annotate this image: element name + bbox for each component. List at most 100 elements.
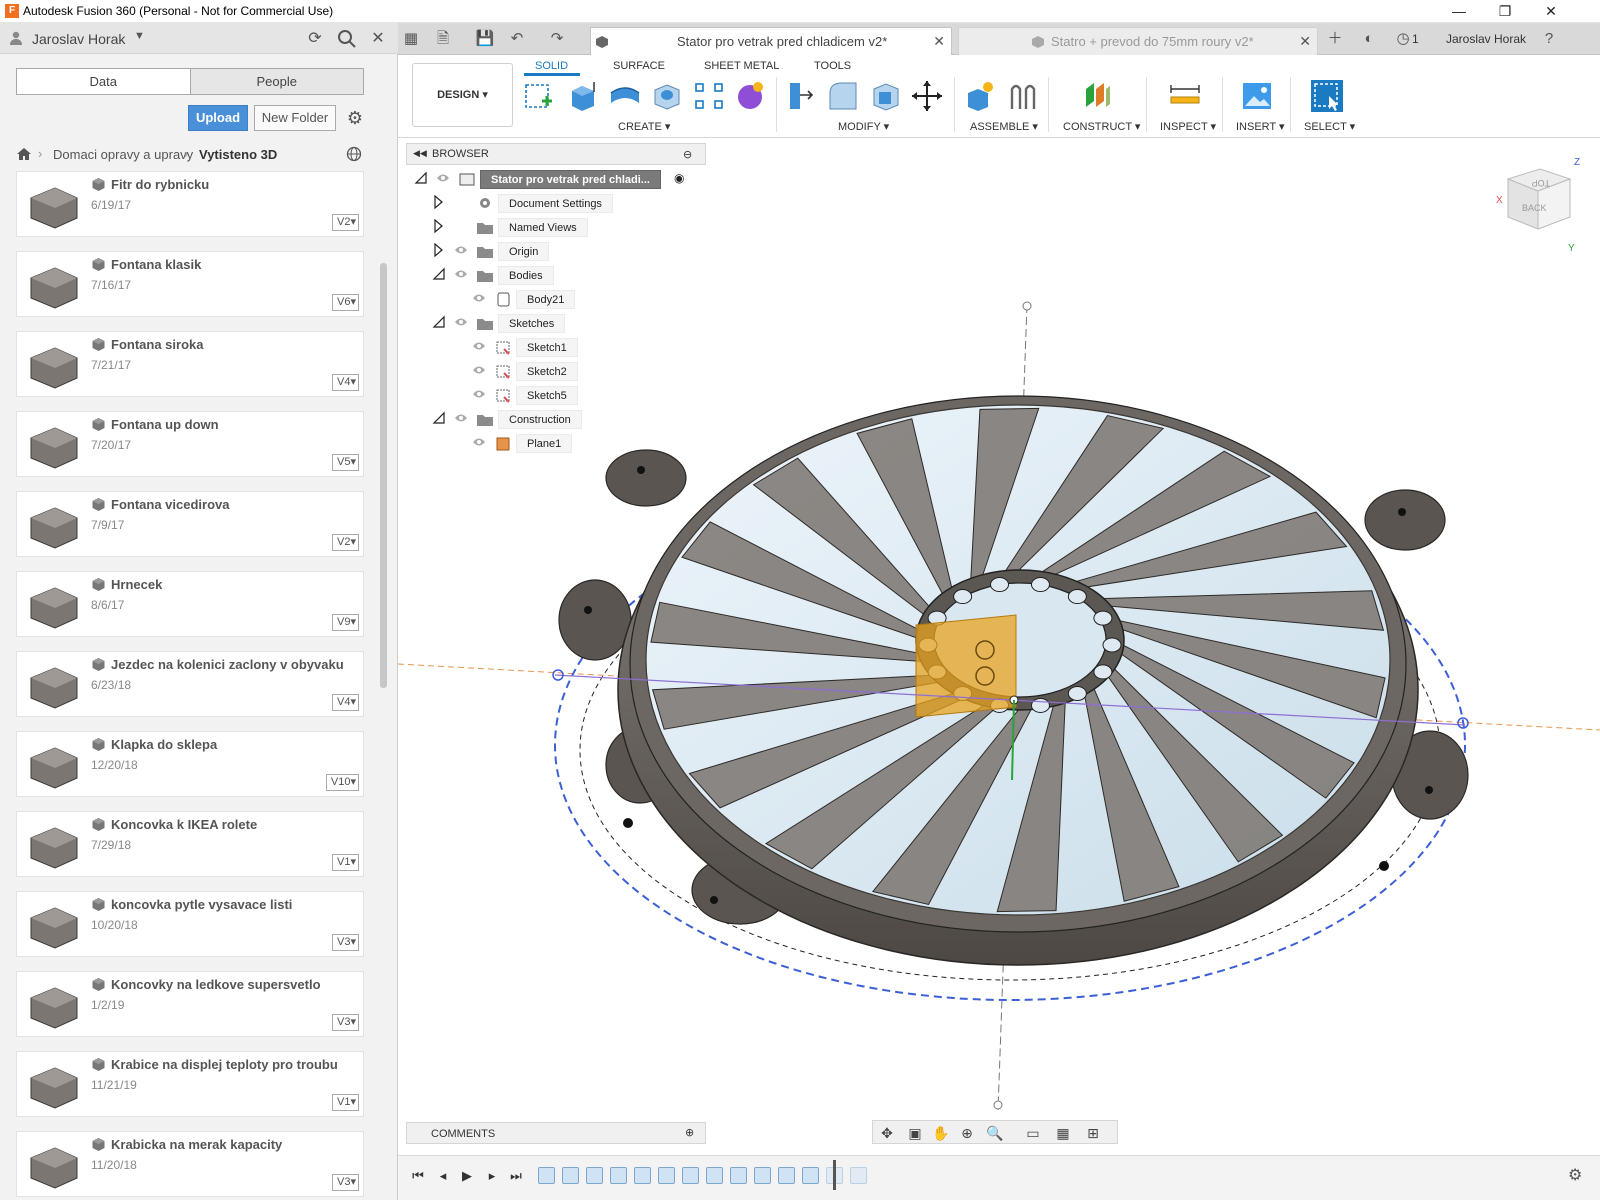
display-settings-icon[interactable]: ▭ bbox=[1021, 1123, 1045, 1143]
fillet-icon[interactable] bbox=[826, 79, 860, 113]
go-to-end-icon[interactable]: ⏭ bbox=[508, 1168, 524, 1184]
inspect-menu[interactable]: INSPECT ▾ bbox=[1160, 120, 1216, 133]
file-list-item[interactable]: Hrnecek 8/6/17 V9▾ bbox=[16, 571, 364, 637]
offset-plane-icon[interactable] bbox=[1080, 79, 1114, 113]
tab-data[interactable]: Data bbox=[17, 69, 190, 94]
timeline-feature[interactable] bbox=[634, 1167, 651, 1184]
file-list-item[interactable]: Krabice na displej teploty pro troubu 11/… bbox=[16, 1051, 364, 1117]
version-badge[interactable]: V2▾ bbox=[332, 214, 359, 231]
timeline-feature[interactable] bbox=[706, 1167, 723, 1184]
help-icon[interactable]: ? bbox=[1538, 29, 1560, 49]
breadcrumb-folder[interactable]: Domaci opravy a upravy bbox=[53, 147, 193, 162]
version-badge[interactable]: V1▾ bbox=[332, 854, 359, 871]
timeline-feature[interactable] bbox=[850, 1167, 867, 1184]
close-icon[interactable]: ✕ bbox=[1299, 33, 1311, 50]
redo-icon[interactable]: ↷ bbox=[546, 29, 568, 49]
insert-image-icon[interactable] bbox=[1240, 79, 1274, 113]
version-badge[interactable]: V4▾ bbox=[332, 374, 359, 391]
modify-menu[interactable]: MODIFY ▾ bbox=[838, 120, 889, 133]
orbit-icon[interactable]: ✥ bbox=[875, 1123, 899, 1143]
job-status-icon[interactable]: ◷ bbox=[1392, 29, 1414, 49]
version-badge[interactable]: V10▾ bbox=[325, 774, 359, 791]
insert-menu[interactable]: INSERT ▾ bbox=[1236, 120, 1285, 133]
save-icon[interactable]: 💾 bbox=[474, 29, 496, 49]
minimize-button[interactable]: — bbox=[1436, 1, 1482, 21]
fit-icon[interactable]: 🔍 bbox=[983, 1123, 1007, 1143]
visibility-eye-icon[interactable] bbox=[454, 268, 468, 280]
chevron-down-icon[interactable]: ▼ bbox=[134, 30, 145, 42]
tab-sheet-metal[interactable]: SHEET METAL bbox=[704, 60, 779, 72]
shell-icon[interactable] bbox=[868, 79, 902, 113]
file-list-scrollbar[interactable] bbox=[380, 263, 387, 688]
tab-active-document[interactable]: Stator pro vetrak pred chladicem v2* ✕ bbox=[590, 27, 952, 55]
close-window-button[interactable]: ✕ bbox=[1528, 1, 1574, 21]
file-list-item[interactable]: Fontana vicedirova 7/9/17 V2▾ bbox=[16, 491, 364, 557]
joint-icon[interactable] bbox=[1006, 79, 1040, 113]
revolve-icon[interactable] bbox=[608, 79, 642, 113]
file-list-item[interactable]: Fontana up down 7/20/17 V5▾ bbox=[16, 411, 364, 477]
refresh-icon[interactable]: ⟳ bbox=[304, 28, 326, 50]
visibility-eye-icon[interactable] bbox=[472, 364, 486, 376]
timeline-feature[interactable] bbox=[610, 1167, 627, 1184]
globe-icon[interactable] bbox=[346, 146, 362, 162]
apps-grid-icon[interactable]: ▦ bbox=[400, 29, 422, 49]
tab-inactive-document[interactable]: Statro + prevod do 75mm roury v2* ✕ bbox=[958, 27, 1318, 55]
create-form-icon[interactable] bbox=[734, 79, 768, 113]
timeline-feature[interactable] bbox=[754, 1167, 771, 1184]
file-list-item[interactable]: Koncovky na ledkove supersvetlo 1/2/19 V3▾ bbox=[16, 971, 364, 1037]
close-icon[interactable]: ✕ bbox=[933, 33, 945, 50]
browser-header[interactable]: ◀◀ BROWSER ⊖ bbox=[406, 143, 706, 165]
activate-radio-icon[interactable]: ◉ bbox=[674, 171, 684, 185]
file-list-item[interactable]: Fitr do rybnicku 6/19/17 V2▾ bbox=[16, 171, 364, 237]
timeline-settings-icon[interactable]: ⚙ bbox=[1568, 1165, 1582, 1185]
visibility-eye-icon[interactable] bbox=[472, 436, 486, 448]
workspace-switcher[interactable]: DESIGN ▾ bbox=[412, 63, 513, 127]
tab-surface[interactable]: SURFACE bbox=[613, 60, 665, 72]
new-folder-button[interactable]: New Folder bbox=[254, 105, 336, 131]
pattern-icon[interactable] bbox=[692, 79, 726, 113]
measure-icon[interactable] bbox=[1168, 79, 1202, 113]
pan-hand-icon[interactable]: ✋ bbox=[929, 1123, 953, 1143]
step-back-icon[interactable]: ◂ bbox=[435, 1168, 451, 1184]
expanded-triangle-icon[interactable] bbox=[432, 411, 446, 425]
timeline-feature[interactable] bbox=[730, 1167, 747, 1184]
file-menu-icon[interactable]: 🗎 bbox=[432, 29, 454, 49]
selected-sketch-face[interactable] bbox=[915, 614, 1017, 718]
version-badge[interactable]: V9▾ bbox=[332, 614, 359, 631]
file-list-item[interactable]: Klapka do sklepa 12/20/18 V10▾ bbox=[16, 731, 364, 797]
version-badge[interactable]: V2▾ bbox=[332, 534, 359, 551]
visibility-eye-icon[interactable] bbox=[472, 388, 486, 400]
minimize-icon[interactable]: ⊖ bbox=[683, 148, 692, 161]
file-list-item[interactable]: Jezdec na kolenici zaclony v obyvaku 6/23… bbox=[16, 651, 364, 717]
visibility-eye-icon[interactable] bbox=[472, 340, 486, 352]
expanded-triangle-icon[interactable] bbox=[432, 267, 446, 281]
collapsed-triangle-icon[interactable] bbox=[432, 243, 446, 257]
upload-button[interactable]: Upload bbox=[188, 105, 248, 131]
timeline-feature[interactable] bbox=[586, 1167, 603, 1184]
home-icon[interactable] bbox=[16, 146, 32, 162]
tab-solid[interactable]: SOLID bbox=[535, 60, 568, 72]
user-name[interactable]: Jaroslav Horak bbox=[32, 31, 125, 47]
extensions-icon[interactable]: ◐ bbox=[1358, 29, 1380, 49]
collapsed-triangle-icon[interactable] bbox=[432, 219, 446, 233]
move-icon[interactable] bbox=[910, 79, 944, 113]
collapsed-triangle-icon[interactable] bbox=[432, 195, 446, 209]
file-list-item[interactable]: Fontana klasik 7/16/17 V6▾ bbox=[16, 251, 364, 317]
version-badge[interactable]: V3▾ bbox=[332, 1174, 359, 1191]
hole-icon[interactable] bbox=[650, 79, 684, 113]
timeline-feature[interactable] bbox=[658, 1167, 675, 1184]
search-icon[interactable] bbox=[336, 28, 358, 50]
new-component-icon[interactable] bbox=[964, 79, 998, 113]
timeline-feature[interactable] bbox=[802, 1167, 819, 1184]
gear-icon[interactable]: ⚙ bbox=[344, 107, 366, 129]
play-icon[interactable]: ▶ bbox=[459, 1168, 475, 1184]
account-name[interactable]: Jaroslav Horak bbox=[1446, 32, 1526, 46]
timeline-feature[interactable] bbox=[538, 1167, 555, 1184]
version-badge[interactable]: V6▾ bbox=[332, 294, 359, 311]
press-pull-icon[interactable] bbox=[784, 79, 818, 113]
select-menu[interactable]: SELECT ▾ bbox=[1304, 120, 1355, 133]
visibility-eye-icon[interactable] bbox=[454, 316, 468, 328]
create-sketch-icon[interactable] bbox=[522, 79, 556, 113]
timeline-feature[interactable] bbox=[778, 1167, 795, 1184]
version-badge[interactable]: V3▾ bbox=[332, 1014, 359, 1031]
